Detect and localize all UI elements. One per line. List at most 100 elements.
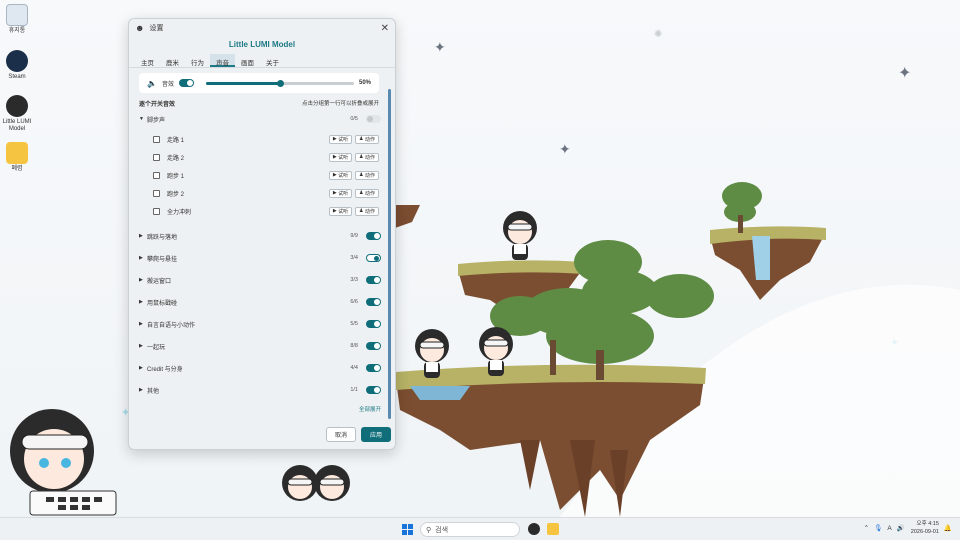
left-island-rock [392, 205, 420, 228]
chevron-up-icon[interactable]: ⌃ [864, 524, 869, 532]
desktop-icon-little-lumi-model[interactable]: Little LUMI Model [0, 95, 34, 133]
tab-lumi[interactable]: 鹿米 [160, 54, 185, 67]
preview-button[interactable]: ▶ 试听 [328, 188, 353, 198]
tab-home[interactable]: 主页 [135, 54, 160, 67]
microphone-icon[interactable]: 🎙 [874, 524, 882, 532]
app-icon: ☻ [135, 23, 145, 33]
scrollbar[interactable] [388, 89, 391, 419]
group-toggle[interactable] [366, 342, 381, 350]
speaker-icon: 🔈 [147, 78, 157, 88]
tab-about[interactable]: 关于 [260, 54, 285, 67]
volume-label: 音效 [161, 81, 174, 88]
lumi-character-large [10, 409, 117, 516]
chevron-right-icon: ▶ [139, 299, 143, 305]
group-row-footsteps[interactable]: ▼ 脚步声 0/5 [139, 113, 381, 125]
search-placeholder: 검색 [435, 526, 449, 534]
search-icon: ⚲ [426, 526, 432, 534]
tab-behavior[interactable]: 行为 [185, 54, 210, 67]
window-title: 设置 [149, 25, 164, 32]
taskbar-app-icon[interactable] [528, 523, 540, 535]
tab-sound[interactable]: 声音 [210, 54, 235, 67]
app-title: Little LUMI Model [228, 40, 296, 49]
chevron-right-icon: ▶ [139, 255, 143, 261]
steam-icon [6, 50, 28, 72]
desktop-icon-steam[interactable]: Steam [0, 50, 34, 81]
lumi-character [479, 327, 513, 376]
group-toggle[interactable] [366, 276, 381, 284]
lumi-character [503, 211, 537, 260]
action-button[interactable]: ♟ 动作 [355, 134, 379, 144]
action-button[interactable]: ♟ 动作 [355, 170, 379, 180]
recycle-bin-icon [6, 4, 28, 26]
group-row[interactable]: ▶ 一起玩 8/8 [139, 340, 381, 352]
group-toggle[interactable] [366, 320, 381, 328]
sound-item-row: 跑步 1 ▶ 试听 ♟ 动作 [153, 169, 379, 181]
cancel-button[interactable]: 取消 [326, 427, 356, 442]
sound-section-header: 逐个开关音效 点击分组第一行可以折叠或展开 [139, 99, 379, 108]
lumi-app-icon [6, 95, 28, 117]
preview-button[interactable]: ▶ 试听 [328, 134, 353, 144]
sound-item-row: 走路 2 ▶ 试听 ♟ 动作 [153, 151, 379, 163]
group-row[interactable]: ▶ 攀爬与悬挂 3/4 [139, 252, 381, 264]
preview-button[interactable]: ▶ 试听 [328, 206, 353, 216]
volume-toggle[interactable] [178, 79, 194, 87]
group-row[interactable]: ▶ 自言自语与小动作 5/5 [139, 318, 381, 330]
sound-settings-pane: 🔈 音效 50% 逐个开关音效 点击分组第一行可以折叠或展开 ▼ 脚步声 0/5… [137, 71, 389, 416]
volume-slider-fill [205, 81, 280, 85]
action-button[interactable]: ♟ 动作 [355, 152, 379, 162]
chevron-right-icon: ▶ [139, 277, 143, 283]
chevron-right-icon: ▶ [139, 321, 143, 327]
notification-icon[interactable]: 🔔 [944, 524, 952, 532]
preview-button[interactable]: ▶ 试听 [328, 170, 353, 180]
volume-slider-knob[interactable] [276, 79, 284, 87]
windows-start-icon[interactable] [402, 524, 413, 535]
clock[interactable]: 오후 4:15 2026-09-01 [911, 520, 939, 536]
sound-item-row: 跑步 2 ▶ 试听 ♟ 动作 [153, 187, 379, 199]
group-row[interactable]: ▶ Credit 与分身 4/4 [139, 362, 381, 374]
chevron-right-icon: ▶ [139, 233, 143, 239]
settings-window: ☻ 设置 ✕ Little LUMI Model 主页 鹿米 行为 声音 画面 … [128, 18, 396, 450]
folder-icon [6, 142, 28, 164]
group-row[interactable]: ▶ 用鼠标戳碰 6/6 [139, 296, 381, 308]
group-toggle[interactable] [366, 386, 381, 394]
desktop-icon-folder[interactable]: 폐렴 [0, 142, 34, 173]
sound-checkbox[interactable] [153, 171, 160, 179]
section-title: 逐个开关音效 [139, 102, 176, 108]
group-row[interactable]: ▶ 跳跃与落地 9/9 [139, 230, 381, 242]
desktop-icon-recycle-bin[interactable]: 휴지통 [0, 4, 34, 35]
lumi-character [415, 329, 449, 378]
group-toggle[interactable] [366, 232, 381, 240]
group-toggle[interactable] [366, 364, 381, 372]
tab-display[interactable]: 画面 [235, 54, 260, 67]
group-toggle[interactable] [366, 254, 381, 262]
action-button[interactable]: ♟ 动作 [355, 206, 379, 216]
system-tray: ⌃ 🎙 A 🔊 오후 4:15 2026-09-01 🔔 [859, 520, 952, 536]
sound-checkbox[interactable] [153, 135, 160, 143]
volume-slider[interactable] [205, 79, 354, 87]
preview-button[interactable]: ▶ 试听 [328, 152, 353, 162]
expand-all-link[interactable]: 全部展开 [359, 405, 381, 413]
group-row[interactable]: ▶ 其他 1/1 [139, 384, 381, 396]
sound-checkbox[interactable] [153, 207, 160, 215]
input-language[interactable]: A [887, 525, 891, 532]
sound-checkbox[interactable] [153, 189, 160, 197]
file-explorer-icon[interactable] [547, 523, 559, 535]
apply-button[interactable]: 应用 [361, 427, 391, 442]
lumi-character-pair [282, 465, 350, 501]
chevron-down-icon: ▼ [139, 116, 144, 122]
chevron-right-icon: ▶ [139, 365, 143, 371]
close-icon[interactable]: ✕ [381, 23, 389, 34]
sound-item-row: 走路 1 ▶ 试听 ♟ 动作 [153, 133, 379, 145]
speaker-icon[interactable]: 🔊 [897, 524, 905, 532]
group-row[interactable]: ▶ 搬运窗口 3/3 [139, 274, 381, 286]
action-button[interactable]: ♟ 动作 [355, 188, 379, 198]
taskbar: ⚲ 검색 ⌃ 🎙 A 🔊 오후 4:15 2026-09-01 🔔 [0, 517, 960, 540]
section-hint: 点击分组第一行可以折叠或展开 [301, 101, 379, 107]
window-titlebar[interactable]: ☻ 设置 ✕ [129, 19, 395, 37]
group-toggle[interactable] [366, 298, 381, 306]
sound-item-row: 全力冲刺 ▶ 试听 ♟ 动作 [153, 205, 379, 217]
sound-checkbox[interactable] [153, 153, 160, 161]
volume-value: 50% [358, 80, 371, 86]
group-toggle[interactable] [366, 115, 381, 123]
taskbar-search[interactable]: ⚲ 검색 [420, 522, 520, 537]
